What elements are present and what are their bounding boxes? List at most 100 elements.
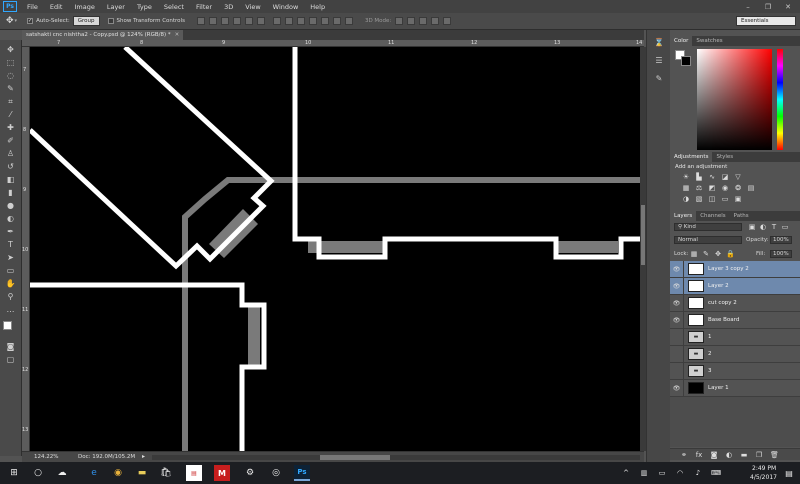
status-menu-icon[interactable]: ▸ <box>142 453 145 460</box>
menu-window[interactable]: Window <box>267 3 305 11</box>
move-tool-icon[interactable]: ✥ <box>4 44 17 55</box>
tab-swatches[interactable]: Swatches <box>692 36 726 46</box>
lock-transparent-icon[interactable]: ▦ <box>690 250 698 258</box>
blend-mode-dropdown[interactable]: Normal <box>674 236 742 244</box>
pen-tool-icon[interactable]: ✒ <box>4 226 17 237</box>
blur-tool-icon[interactable]: ● <box>4 200 17 211</box>
lock-image-icon[interactable]: ✎ <box>702 250 710 258</box>
network-icon[interactable]: ▥ <box>636 465 652 481</box>
distribute-center-icon[interactable] <box>320 17 329 25</box>
path-selection-tool-icon[interactable]: ➤ <box>4 252 17 263</box>
type-tool-icon[interactable]: T <box>4 239 17 250</box>
quick-mask-icon[interactable]: ◙ <box>4 341 17 352</box>
chrome-icon[interactable]: ◉ <box>110 465 126 481</box>
layer-style-icon[interactable]: fx <box>695 451 703 459</box>
align-top-icon[interactable] <box>196 17 205 25</box>
3d-scale-icon[interactable] <box>443 17 452 25</box>
threshold-icon[interactable]: ◫ <box>708 195 716 203</box>
document-tab[interactable]: satshakti cnc nishtha2 - Copy.psd @ 124%… <box>22 30 184 40</box>
menu-layer[interactable]: Layer <box>101 3 131 11</box>
history-panel-icon[interactable]: ⌛ <box>653 38 665 48</box>
exposure-icon[interactable]: ◪ <box>721 173 729 181</box>
gradient-tool-icon[interactable]: ▮ <box>4 187 17 198</box>
media-app-icon[interactable]: ◎ <box>268 465 284 481</box>
more-tools-icon[interactable]: … <box>4 304 17 315</box>
tab-styles[interactable]: Styles <box>712 152 737 162</box>
wifi-icon[interactable]: ◠ <box>672 465 688 481</box>
new-group-icon[interactable]: ▬ <box>740 451 748 459</box>
clone-stamp-tool-icon[interactable]: ♙ <box>4 148 17 159</box>
zoom-tool-icon[interactable]: ⚲ <box>4 291 17 302</box>
new-adjustment-layer-icon[interactable]: ◐ <box>725 451 733 459</box>
crop-tool-icon[interactable]: ⌗ <box>4 96 17 107</box>
eraser-tool-icon[interactable]: ◧ <box>4 174 17 185</box>
scrollbar-thumb[interactable] <box>641 205 645 265</box>
layer-row[interactable]: ▬ 3 <box>670 363 800 380</box>
auto-select-option[interactable]: ✓ Auto-Select: Group <box>27 16 100 26</box>
onedrive-icon[interactable]: ☁ <box>54 465 70 481</box>
black-white-icon[interactable]: ◩ <box>708 184 716 192</box>
visibility-eye-icon[interactable]: 👁 <box>670 295 684 311</box>
battery-icon[interactable]: ▭ <box>654 465 670 481</box>
photo-filter-icon[interactable]: ◉ <box>721 184 729 192</box>
levels-icon[interactable]: ▙ <box>695 173 703 181</box>
tab-color[interactable]: Color <box>670 36 693 46</box>
healing-brush-tool-icon[interactable]: ✚ <box>4 122 17 133</box>
history-brush-tool-icon[interactable]: ↺ <box>4 161 17 172</box>
new-layer-icon[interactable]: ❐ <box>755 451 763 459</box>
layer-row[interactable]: 👁 cut copy 2 <box>670 295 800 312</box>
scrollbar-thumb[interactable] <box>320 455 390 460</box>
horizontal-scrollbar[interactable] <box>152 455 640 460</box>
menu-select[interactable]: Select <box>158 3 190 11</box>
channel-mixer-icon[interactable]: ❂ <box>734 184 742 192</box>
tab-channels[interactable]: Channels <box>696 211 729 221</box>
distribute-top-icon[interactable] <box>272 17 281 25</box>
screen-mode-icon[interactable]: ▢ <box>4 354 17 365</box>
lasso-tool-icon[interactable]: ◌ <box>4 70 17 81</box>
hand-tool-icon[interactable]: ✋ <box>4 278 17 289</box>
foreground-color-swatch[interactable] <box>3 321 12 330</box>
brush-panel-icon[interactable]: ✎ <box>653 74 665 84</box>
marquee-tool-icon[interactable]: ⬚ <box>4 57 17 68</box>
quick-select-tool-icon[interactable]: ✎ <box>4 83 17 94</box>
lock-all-icon[interactable]: 🔒 <box>726 250 735 258</box>
selective-color-icon[interactable]: ▣ <box>734 195 742 203</box>
tab-paths[interactable]: Paths <box>730 211 753 221</box>
curves-icon[interactable]: ∿ <box>708 173 716 181</box>
align-bottom-icon[interactable] <box>220 17 229 25</box>
transform-controls-checkbox[interactable] <box>107 18 114 24</box>
file-explorer-icon[interactable]: ▬ <box>134 465 150 481</box>
auto-align-icon[interactable] <box>344 17 353 25</box>
align-right-icon[interactable] <box>256 17 265 25</box>
minimize-icon[interactable]: – <box>738 0 758 13</box>
align-left-icon[interactable] <box>232 17 241 25</box>
menu-3d[interactable]: 3D <box>218 3 239 11</box>
gradient-map-icon[interactable]: ▭ <box>721 195 729 203</box>
transform-controls-option[interactable]: Show Transform Controls <box>107 18 185 24</box>
3d-orbit-icon[interactable] <box>395 17 404 25</box>
document-canvas[interactable] <box>30 47 640 451</box>
lock-position-icon[interactable]: ✥ <box>714 250 722 258</box>
menu-file[interactable]: File <box>21 3 44 11</box>
volume-icon[interactable]: ♪ <box>690 465 706 481</box>
layer-row[interactable]: ▬ 1 <box>670 329 800 346</box>
visibility-eye-icon[interactable]: 👁 <box>670 380 684 396</box>
layer-row[interactable]: 👁 Layer 2 <box>670 278 800 295</box>
brush-tool-icon[interactable]: ✐ <box>4 135 17 146</box>
visibility-toggle-empty[interactable] <box>670 346 684 362</box>
photoshop-taskbar-icon[interactable]: Ps <box>294 465 310 481</box>
tab-adjustments[interactable]: Adjustments <box>670 152 713 162</box>
hue-saturation-icon[interactable]: ▦ <box>682 184 690 192</box>
layer-filter-dropdown[interactable]: ⚲ Kind <box>674 223 742 231</box>
distribute-bottom-icon[interactable] <box>296 17 305 25</box>
shape-tool-icon[interactable]: ▭ <box>4 265 17 276</box>
menu-edit[interactable]: Edit <box>44 3 69 11</box>
clock-time[interactable]: 2:49 PM <box>752 465 776 472</box>
menu-view[interactable]: View <box>239 3 266 11</box>
filter-shape-icon[interactable]: ▭ <box>781 223 789 231</box>
auto-select-dropdown[interactable]: Group <box>72 16 100 26</box>
align-center-icon[interactable] <box>244 17 253 25</box>
visibility-toggle-empty[interactable] <box>670 363 684 379</box>
color-balance-icon[interactable]: ⚖ <box>695 184 703 192</box>
fill-field[interactable]: 100% <box>770 250 792 258</box>
